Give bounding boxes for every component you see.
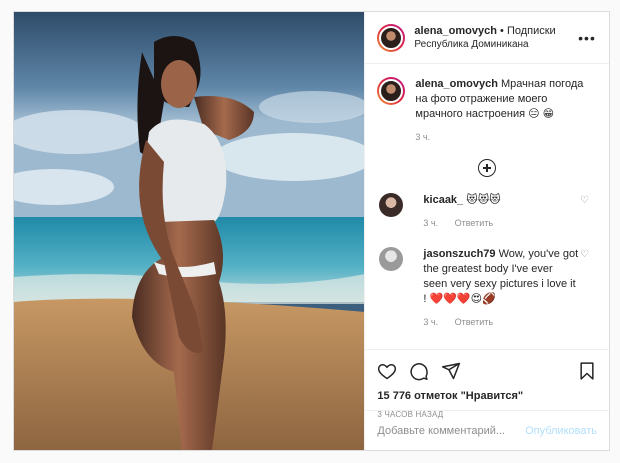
author-avatar[interactable] [377,23,406,52]
publish-button[interactable]: Опубликовать [525,425,597,437]
caption-emoji: 😑 😁 [528,108,555,120]
save-bookmark-icon[interactable] [577,361,597,381]
comment-emoji: ❤️❤️❤️😍🏈 [429,293,496,305]
reply-button[interactable]: Ответить [455,218,493,228]
post-header: alena_omovych • Подписки Республика Доми… [365,12,609,64]
comment-bubble-icon[interactable] [409,361,429,381]
comment-time[interactable]: 3 ч. [423,218,438,228]
like-comment-heart-icon[interactable]: ♡ [580,249,589,260]
caption-username[interactable]: alena_omovych [415,78,498,90]
add-comment-bar: Опубликовать [365,410,609,450]
comment-input[interactable] [377,424,526,437]
post-sidebar: alena_omovych • Подписки Республика Доми… [364,12,609,450]
beach-photo [14,12,365,450]
caption-time[interactable]: 3 ч. [415,132,430,142]
load-more-comments-icon[interactable] [478,159,497,177]
post-photo[interactable] [14,12,365,450]
share-send-icon[interactable] [441,361,461,381]
post-actions: 15 776 отметок "Нравится" 3 ЧАСОВ НАЗАД [365,349,609,419]
comment-username[interactable]: kicaak_ [423,194,463,206]
commenter-avatar[interactable] [379,193,404,217]
comment-username[interactable]: jasonszuch79 [423,248,495,260]
following-button[interactable]: Подписки [507,25,556,37]
author-username[interactable]: alena_omovych [414,25,497,37]
reply-button[interactable]: Ответить [455,317,493,327]
commenter-avatar[interactable] [379,247,404,271]
comment-time[interactable]: 3 ч. [423,317,438,327]
caption: alena_omovych Мрачная погода на фото отр… [377,77,597,145]
post-location[interactable]: Республика Доминикана [414,38,577,52]
comment-emoji: 😻😻😻 [466,194,501,206]
comment-item: jasonszuch79 Wow, you've got the greates… [377,247,597,330]
like-comment-heart-icon[interactable]: ♡ [580,195,589,206]
more-options-icon[interactable]: ••• [577,30,597,46]
comments-section: alena_omovych Мрачная погода на фото отр… [365,65,609,348]
caption-avatar[interactable] [377,77,406,105]
comment-item: kicaak_ 😻😻😻 3 ч. Ответить ♡ [377,193,597,231]
post-card: alena_omovych • Подписки Республика Доми… [13,11,610,451]
likes-count[interactable]: 15 776 отметок "Нравится" [377,390,597,402]
separator-dot: • [500,24,507,37]
like-heart-icon[interactable] [377,361,397,381]
